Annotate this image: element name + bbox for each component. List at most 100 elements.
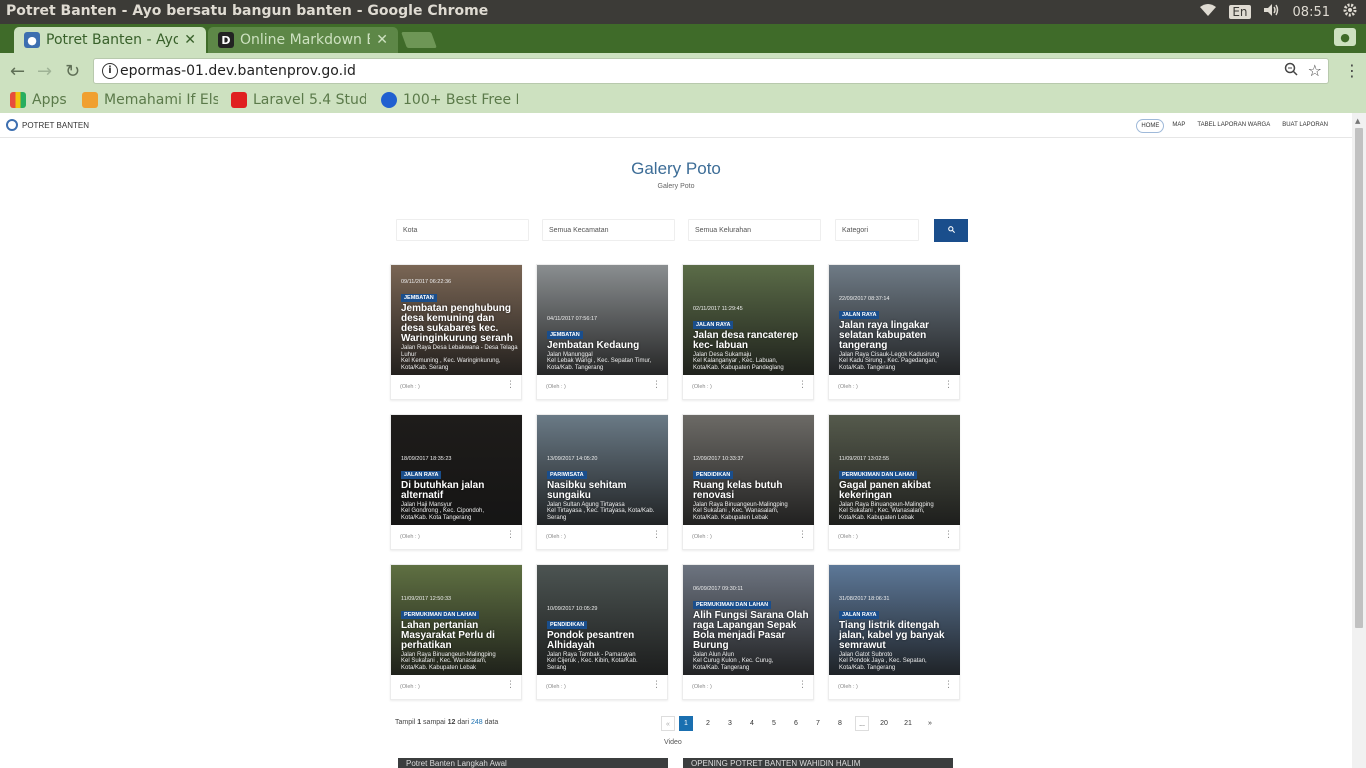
pagination-page[interactable]: 6 [789, 716, 803, 731]
close-icon[interactable]: ✕ [184, 32, 196, 48]
card-photo[interactable]: 09/11/2017 06:22:36 JEMBATAN Jembatan peng… [391, 265, 522, 375]
more-options-icon[interactable]: ⋮ [506, 380, 515, 390]
close-icon[interactable]: ✕ [376, 32, 388, 48]
scroll-up-arrow-icon[interactable]: ▲ [1355, 117, 1360, 125]
card-photo[interactable]: 18/09/2017 18:35:23 JALAN RAYA Di butuhkan… [391, 415, 522, 525]
settings-gear-icon[interactable] [1342, 2, 1358, 22]
nav-map[interactable]: MAP [1168, 119, 1189, 133]
more-options-icon[interactable]: ⋮ [652, 680, 661, 690]
url-text[interactable]: epormas-01.dev.bantenprov.go.id [120, 63, 356, 79]
gallery-card[interactable]: 09/11/2017 06:22:36 JEMBATAN Jembatan peng… [390, 264, 522, 400]
pagination-page[interactable]: 7 [811, 716, 825, 731]
card-photo[interactable]: 04/11/2017 07:56:17 JEMBATAN Jembatan Keda… [537, 265, 668, 375]
gallery-card[interactable]: 22/09/2017 08:37:14 JALAN RAYA Jalan raya … [828, 264, 960, 400]
clock[interactable]: 08:51 [1293, 5, 1330, 20]
card-title[interactable]: Ruang kelas butuh renovasi [693, 480, 810, 501]
page-scrollbar[interactable]: ▲ [1352, 113, 1366, 768]
tab-online-markdown[interactable]: D Online Markdown E ✕ [208, 27, 398, 53]
card-title[interactable]: Di butuhkan jalan alternatif [401, 480, 518, 501]
tab-potret-banten[interactable]: ● Potret Banten - Ayo ✕ [14, 27, 206, 53]
pagination-page[interactable]: 2 [701, 716, 715, 731]
forward-arrow-icon[interactable]: → [37, 61, 52, 82]
gallery-card[interactable]: 18/09/2017 18:35:23 JALAN RAYA Di butuhkan… [390, 414, 522, 550]
video-thumbnail[interactable]: OPENING POTRET BANTEN WAHIDIN HALIM [683, 758, 953, 768]
pagination-ellipsis[interactable]: ... [855, 716, 869, 731]
nav-tabel-laporan-warga[interactable]: TABEL LAPORAN WARGA [1193, 119, 1274, 133]
bookmark-memahami-if-else[interactable]: Memahami If Els [82, 92, 218, 108]
pagination-page[interactable]: 1 [679, 716, 693, 731]
volume-icon[interactable] [1263, 3, 1281, 21]
pagination-page[interactable]: 20 [877, 716, 891, 731]
more-options-icon[interactable]: ⋮ [798, 680, 807, 690]
more-options-icon[interactable]: ⋮ [798, 530, 807, 540]
pagination-prev[interactable]: « [661, 716, 675, 731]
card-photo[interactable]: 13/09/2017 14:05:20 PARIWISATA Nasibku seh… [537, 415, 668, 525]
pagination-page[interactable]: 3 [723, 716, 737, 731]
pagination-page[interactable]: 8 [833, 716, 847, 731]
browser-menu-icon[interactable]: ⋮ [1344, 61, 1360, 80]
pagination-page[interactable]: 4 [745, 716, 759, 731]
bookmark-star-icon[interactable]: ☆ [1308, 61, 1322, 80]
card-photo[interactable]: 12/09/2017 10:33:37 PENDIDIKAN Ruang kelas… [683, 415, 814, 525]
gallery-card[interactable]: 02/11/2017 11:29:45 JALAN RAYA Jalan desa … [682, 264, 814, 400]
card-title[interactable]: Gagal panen akibat kekeringan [839, 480, 956, 501]
card-title[interactable]: Jalan raya lingakar selatan kabupaten ta… [839, 320, 956, 351]
scrollbar-thumb[interactable] [1355, 128, 1363, 628]
gallery-card[interactable]: 04/11/2017 07:56:17 JEMBATAN Jembatan Keda… [536, 264, 668, 400]
kecamatan-select[interactable]: Semua Kecamatan [542, 219, 675, 241]
gallery-card[interactable]: 06/09/2017 09:30:11 PERMUKIMAN DAN LAHAN A… [682, 564, 814, 700]
card-photo[interactable]: 31/08/2017 18:06:31 JALAN RAYA Tiang listr… [829, 565, 960, 675]
card-title[interactable]: Pondok pesantren Alhidayah [547, 630, 664, 651]
card-photo[interactable]: 06/09/2017 09:30:11 PERMUKIMAN DAN LAHAN A… [683, 565, 814, 675]
more-options-icon[interactable]: ⋮ [652, 380, 661, 390]
search-button[interactable] [934, 219, 968, 242]
more-options-icon[interactable]: ⋮ [506, 530, 515, 540]
gallery-card[interactable]: 13/09/2017 14:05:20 PARIWISATA Nasibku seh… [536, 414, 668, 550]
more-options-icon[interactable]: ⋮ [798, 380, 807, 390]
card-title[interactable]: Tiang listrik ditengah jalan, kabel yg b… [839, 620, 956, 651]
pagination-page[interactable]: 5 [767, 716, 781, 731]
card-title[interactable]: Alih Fungsi Sarana Olah raga Lapangan Se… [693, 610, 810, 651]
more-options-icon[interactable]: ⋮ [944, 380, 953, 390]
card-title[interactable]: Jembatan penghubung desa kemuning dan de… [401, 304, 518, 344]
site-info-icon[interactable]: i [102, 63, 118, 79]
card-photo[interactable]: 22/09/2017 08:37:14 JALAN RAYA Jalan raya … [829, 265, 960, 375]
card-photo[interactable]: 10/09/2017 10:05:29 PENDIDIKAN Pondok pesa… [537, 565, 668, 675]
pagination-next[interactable]: » [923, 716, 937, 731]
new-tab-button[interactable] [401, 32, 437, 48]
nav-buat-laporan[interactable]: BUAT LAPORAN [1278, 119, 1332, 133]
wifi-icon[interactable] [1199, 3, 1217, 21]
address-bar[interactable]: i epormas-01.dev.bantenprov.go.id ☆ [93, 58, 1329, 84]
more-options-icon[interactable]: ⋮ [506, 680, 515, 690]
card-title[interactable]: Lahan pertanian Masyarakat Perlu di perh… [401, 620, 518, 651]
profile-icon[interactable]: ● [1334, 28, 1356, 46]
kelurahan-select[interactable]: Semua Kelurahan [688, 219, 821, 241]
nav-home[interactable]: HOME [1136, 119, 1165, 133]
kategori-select[interactable]: Kategori [835, 219, 919, 241]
more-options-icon[interactable]: ⋮ [944, 530, 953, 540]
gallery-card[interactable]: 11/09/2017 13:02:55 PERMUKIMAN DAN LAHAN G… [828, 414, 960, 550]
card-title[interactable]: Jalan desa rancaterep kec- labuan [693, 330, 810, 351]
card-photo[interactable]: 02/11/2017 11:29:45 JALAN RAYA Jalan desa … [683, 265, 814, 375]
back-arrow-icon[interactable]: ← [10, 61, 25, 82]
gallery-card[interactable]: 10/09/2017 10:05:29 PENDIDIKAN Pondok pesa… [536, 564, 668, 700]
site-brand[interactable]: POTRET BANTEN [6, 119, 89, 131]
card-title[interactable]: Jembatan Kedaung [547, 340, 664, 351]
card-photo[interactable]: 11/09/2017 13:02:55 PERMUKIMAN DAN LAHAN G… [829, 415, 960, 525]
card-title[interactable]: Nasibku sehitam sungaiku [547, 480, 664, 501]
more-options-icon[interactable]: ⋮ [944, 680, 953, 690]
bookmark-laravel[interactable]: Laravel 5.4 Stud [231, 92, 366, 108]
card-photo[interactable]: 11/09/2017 12:50:33 PERMUKIMAN DAN LAHAN L… [391, 565, 522, 675]
more-options-icon[interactable]: ⋮ [652, 530, 661, 540]
bookmark-100-best-free[interactable]: 100+ Best Free B [381, 92, 518, 108]
keyboard-language-indicator[interactable]: En [1229, 5, 1251, 19]
reload-icon[interactable]: ↻ [65, 61, 80, 82]
pagination-page[interactable]: 21 [901, 716, 915, 731]
kota-select[interactable]: Kota [396, 219, 529, 241]
video-thumbnail[interactable]: Potret Banten Langkah Awal [398, 758, 668, 768]
gallery-card[interactable]: 11/09/2017 12:50:33 PERMUKIMAN DAN LAHAN L… [390, 564, 522, 700]
zoom-icon[interactable] [1284, 62, 1298, 80]
bookmark-apps[interactable]: Apps [10, 92, 67, 108]
gallery-card[interactable]: 12/09/2017 10:33:37 PENDIDIKAN Ruang kelas… [682, 414, 814, 550]
gallery-card[interactable]: 31/08/2017 18:06:31 JALAN RAYA Tiang listr… [828, 564, 960, 700]
